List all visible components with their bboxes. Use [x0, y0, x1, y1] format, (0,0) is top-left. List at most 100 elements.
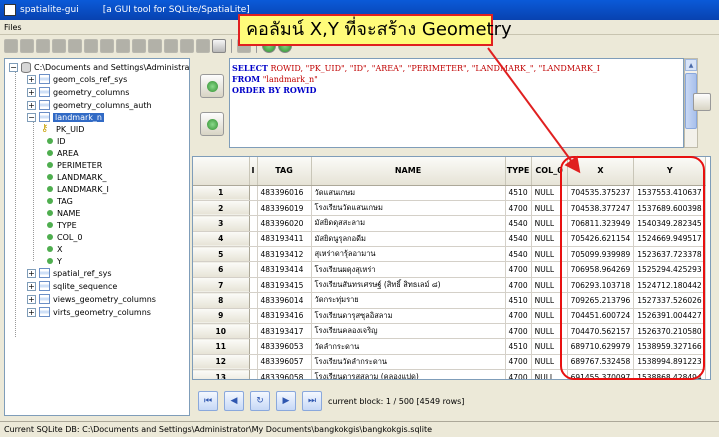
table-cell[interactable]: 4700: [505, 323, 532, 340]
row-number[interactable]: 4: [193, 231, 250, 248]
table-cell[interactable]: 483396019: [257, 200, 312, 217]
expand-icon[interactable]: +: [27, 74, 36, 84]
first-block-button[interactable]: ⏮: [198, 391, 218, 411]
expand-icon[interactable]: +: [27, 87, 36, 97]
tree-column[interactable]: Y: [45, 255, 62, 267]
vacuum-icon[interactable]: [100, 39, 114, 53]
virtual-csv-icon[interactable]: [164, 39, 178, 53]
table-cell[interactable]: 4700: [505, 369, 532, 379]
prev-block-button[interactable]: ◀: [224, 391, 244, 411]
table-cell[interactable]: [249, 338, 258, 355]
row-number[interactable]: 12: [193, 354, 250, 371]
tree-column[interactable]: ⚷ PK_UID: [41, 123, 84, 135]
refresh-button[interactable]: ↻: [250, 391, 270, 411]
db-new-icon[interactable]: [36, 39, 50, 53]
table-cell[interactable]: มัสยิดนูรุลกอดีม: [311, 231, 506, 248]
table-cell[interactable]: 4700: [505, 200, 532, 217]
row-number[interactable]: 1: [193, 185, 250, 201]
expand-icon[interactable]: +: [27, 307, 36, 317]
table-cell[interactable]: 483396053: [257, 338, 312, 355]
table-cell[interactable]: [249, 215, 258, 232]
table-cell[interactable]: [249, 277, 258, 294]
table-cell[interactable]: [249, 323, 258, 340]
table-cell[interactable]: โรงเรียนดารุสซุลอิสลาม: [311, 308, 506, 325]
menu-files[interactable]: Files: [4, 23, 22, 32]
table-cell[interactable]: 483193417: [257, 323, 312, 340]
table-cell[interactable]: 483193412: [257, 246, 312, 263]
tree-column[interactable]: AREA: [45, 147, 79, 159]
row-number[interactable]: 2: [193, 200, 250, 217]
execute-sql-button[interactable]: [693, 93, 711, 111]
table-cell[interactable]: 483396058: [257, 369, 312, 379]
collapse-icon[interactable]: −: [9, 62, 18, 72]
db-save-icon[interactable]: [68, 39, 82, 53]
row-number[interactable]: 11: [193, 338, 250, 355]
table-cell[interactable]: 4540: [505, 231, 532, 248]
sql-script-icon[interactable]: [116, 39, 130, 53]
table-cell[interactable]: 483396016: [257, 185, 312, 201]
table-cell[interactable]: 4510: [505, 185, 532, 201]
tree-item-table[interactable]: + spatial_ref_sys: [27, 267, 112, 279]
table-cell[interactable]: 4700: [505, 261, 532, 278]
table-cell[interactable]: [249, 261, 258, 278]
table-cell[interactable]: 483396014: [257, 292, 312, 309]
tree-column[interactable]: X: [45, 243, 62, 255]
db-disconnect-icon[interactable]: [20, 39, 34, 53]
column-header[interactable]: NAME: [311, 157, 506, 186]
row-number[interactable]: 10: [193, 323, 250, 340]
table-cell[interactable]: 483193414: [257, 261, 312, 278]
expand-icon[interactable]: +: [27, 294, 36, 304]
table-cell[interactable]: [249, 308, 258, 325]
tree-column[interactable]: COL_0: [45, 231, 82, 243]
table-cell[interactable]: มัสยิดดุสสะลาม: [311, 215, 506, 232]
table-cell[interactable]: โรงเรียนสันทรเศรษฐ์ (สิทธิ์ สิทธเลม์ ๘): [311, 277, 506, 294]
last-block-button[interactable]: ⏭: [302, 391, 322, 411]
db-memory-icon[interactable]: [52, 39, 66, 53]
tree-item-table[interactable]: + geometry_columns_auth: [27, 99, 152, 111]
table-cell[interactable]: [249, 354, 258, 371]
sql-history-forward-button[interactable]: [200, 112, 224, 136]
tree-item-table[interactable]: + geometry_columns: [27, 86, 129, 98]
virtual-shp-icon[interactable]: [148, 39, 162, 53]
table-cell[interactable]: สุเหร่าดารุ้ลอามาน: [311, 246, 506, 263]
table-cell[interactable]: 4540: [505, 215, 532, 232]
table-cell[interactable]: โรงเรียนวัดลำกระดาน: [311, 354, 506, 371]
table-cell[interactable]: [249, 231, 258, 248]
expand-icon[interactable]: +: [27, 100, 36, 110]
table-cell[interactable]: [249, 246, 258, 263]
tree-column[interactable]: ID: [45, 135, 66, 147]
table-cell[interactable]: โรงเรียนดารุสสลาม (คลองแปด): [311, 369, 506, 379]
virtual-xls-icon[interactable]: [180, 39, 194, 53]
table-cell[interactable]: 4510: [505, 292, 532, 309]
row-number[interactable]: 8: [193, 292, 250, 309]
row-number[interactable]: 9: [193, 308, 250, 325]
table-cell[interactable]: โรงเรียนผดุงสุเหร่า: [311, 261, 506, 278]
tree-column[interactable]: LANDMARK_: [45, 171, 106, 183]
next-block-button[interactable]: ▶: [276, 391, 296, 411]
tree-item-table[interactable]: + geom_cols_ref_sys: [27, 73, 127, 85]
scroll-up-icon[interactable]: ▲: [685, 59, 697, 71]
table-cell[interactable]: 483193416: [257, 308, 312, 325]
table-cell[interactable]: 4700: [505, 277, 532, 294]
table-cell[interactable]: [249, 185, 258, 201]
table-cell[interactable]: [249, 200, 258, 217]
db-export-icon[interactable]: [84, 39, 98, 53]
tree-root[interactable]: − C:\Documents and Settings\Administrat: [9, 61, 189, 73]
tree-item-landmark[interactable]: − landmark_n: [27, 111, 104, 123]
row-number[interactable]: 6: [193, 261, 250, 278]
column-header[interactable]: I: [249, 157, 258, 186]
tree-item-view[interactable]: + views_geometry_columns: [27, 293, 156, 305]
column-header[interactable]: [193, 157, 250, 186]
sql-history-back-button[interactable]: [200, 74, 224, 98]
table-cell[interactable]: 4510: [505, 338, 532, 355]
load-shp-icon[interactable]: [132, 39, 146, 53]
table-cell[interactable]: 483396057: [257, 354, 312, 371]
column-header[interactable]: TAG: [257, 157, 312, 186]
table-cell[interactable]: โรงเรียนวัดแสนเกษม: [311, 200, 506, 217]
network-icon[interactable]: [196, 39, 210, 53]
row-number[interactable]: 13: [193, 369, 250, 379]
table-cell[interactable]: 4700: [505, 354, 532, 371]
collapse-icon[interactable]: −: [27, 112, 36, 122]
table-cell[interactable]: โรงเรียนคลองเจริญ: [311, 323, 506, 340]
tree-item-table[interactable]: + sqlite_sequence: [27, 280, 117, 292]
